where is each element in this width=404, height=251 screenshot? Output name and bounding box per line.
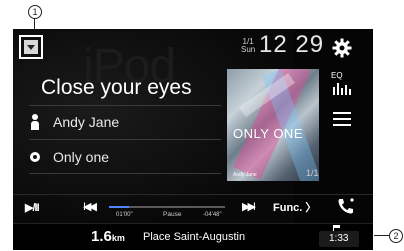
phone-icon[interactable] bbox=[336, 196, 356, 216]
remaining-time: -04'48" bbox=[203, 212, 222, 218]
playback-state: Pause bbox=[163, 211, 182, 218]
progress-bar[interactable] bbox=[109, 206, 225, 208]
nav-distance-unit: km bbox=[111, 233, 125, 243]
album-name: Only one bbox=[53, 149, 110, 165]
eq-bar bbox=[337, 83, 339, 95]
list-icon[interactable] bbox=[333, 111, 351, 127]
divider bbox=[29, 105, 221, 106]
divider bbox=[29, 173, 221, 174]
flag-icon bbox=[333, 225, 340, 231]
artwork-artist: Andy Jane bbox=[233, 172, 257, 178]
play-pause-button[interactable]: ▶/II bbox=[25, 201, 40, 214]
chevron-down-icon bbox=[24, 40, 38, 54]
eq-bar bbox=[345, 85, 347, 95]
divider bbox=[29, 139, 221, 140]
eq-bar bbox=[333, 87, 335, 95]
nav-street-name: Place Saint-Augustin bbox=[143, 231, 246, 243]
nav-eta: 1:33 bbox=[329, 233, 349, 244]
gear-icon[interactable] bbox=[332, 38, 352, 58]
day-of-week: Sun bbox=[241, 45, 256, 54]
callout-2: 2 bbox=[389, 229, 403, 243]
nav-distance-value: 1.6 bbox=[91, 228, 112, 245]
playback-controls: ▶/II I◀◀ 01'00" Pause -04'48" ▶▶I Func. … bbox=[13, 193, 373, 221]
eq-bar bbox=[349, 89, 351, 95]
eq-bar bbox=[341, 88, 343, 95]
artist-icon bbox=[29, 113, 41, 131]
callout-1: 1 bbox=[28, 5, 42, 19]
artist-name: Andy Jane bbox=[53, 114, 120, 130]
album-artwork: ONLY ONE Andy Jane bbox=[227, 69, 319, 181]
eq-button[interactable]: EQ bbox=[331, 71, 353, 97]
eq-label: EQ bbox=[331, 71, 343, 80]
head-unit-screen: iPod Close your eyes Andy Jane Only one … bbox=[13, 29, 373, 250]
track-count: 1/1 bbox=[306, 168, 319, 178]
artwork-title: ONLY ONE bbox=[233, 126, 303, 141]
func-button[interactable]: Func. 〉 bbox=[273, 199, 316, 215]
album-icon bbox=[29, 148, 41, 166]
track-title: Close your eyes bbox=[41, 76, 192, 99]
previous-track-button[interactable]: I◀◀ bbox=[83, 200, 97, 213]
source-menu-button[interactable] bbox=[19, 35, 43, 59]
navigation-bar[interactable]: 1.6km Place Saint-Augustin 1:33 bbox=[13, 223, 373, 250]
nav-distance: 1.6km bbox=[91, 228, 125, 245]
clock: 12 29 bbox=[259, 31, 325, 58]
callout-2-leader bbox=[374, 235, 389, 236]
album-row[interactable]: Only one bbox=[29, 146, 109, 168]
artist-row[interactable]: Andy Jane bbox=[29, 111, 119, 133]
next-track-button[interactable]: ▶▶I bbox=[242, 200, 256, 213]
elapsed-time: 01'00" bbox=[116, 212, 133, 218]
progress-fill bbox=[109, 206, 129, 208]
date-display: 1/1 Sun bbox=[241, 38, 255, 54]
